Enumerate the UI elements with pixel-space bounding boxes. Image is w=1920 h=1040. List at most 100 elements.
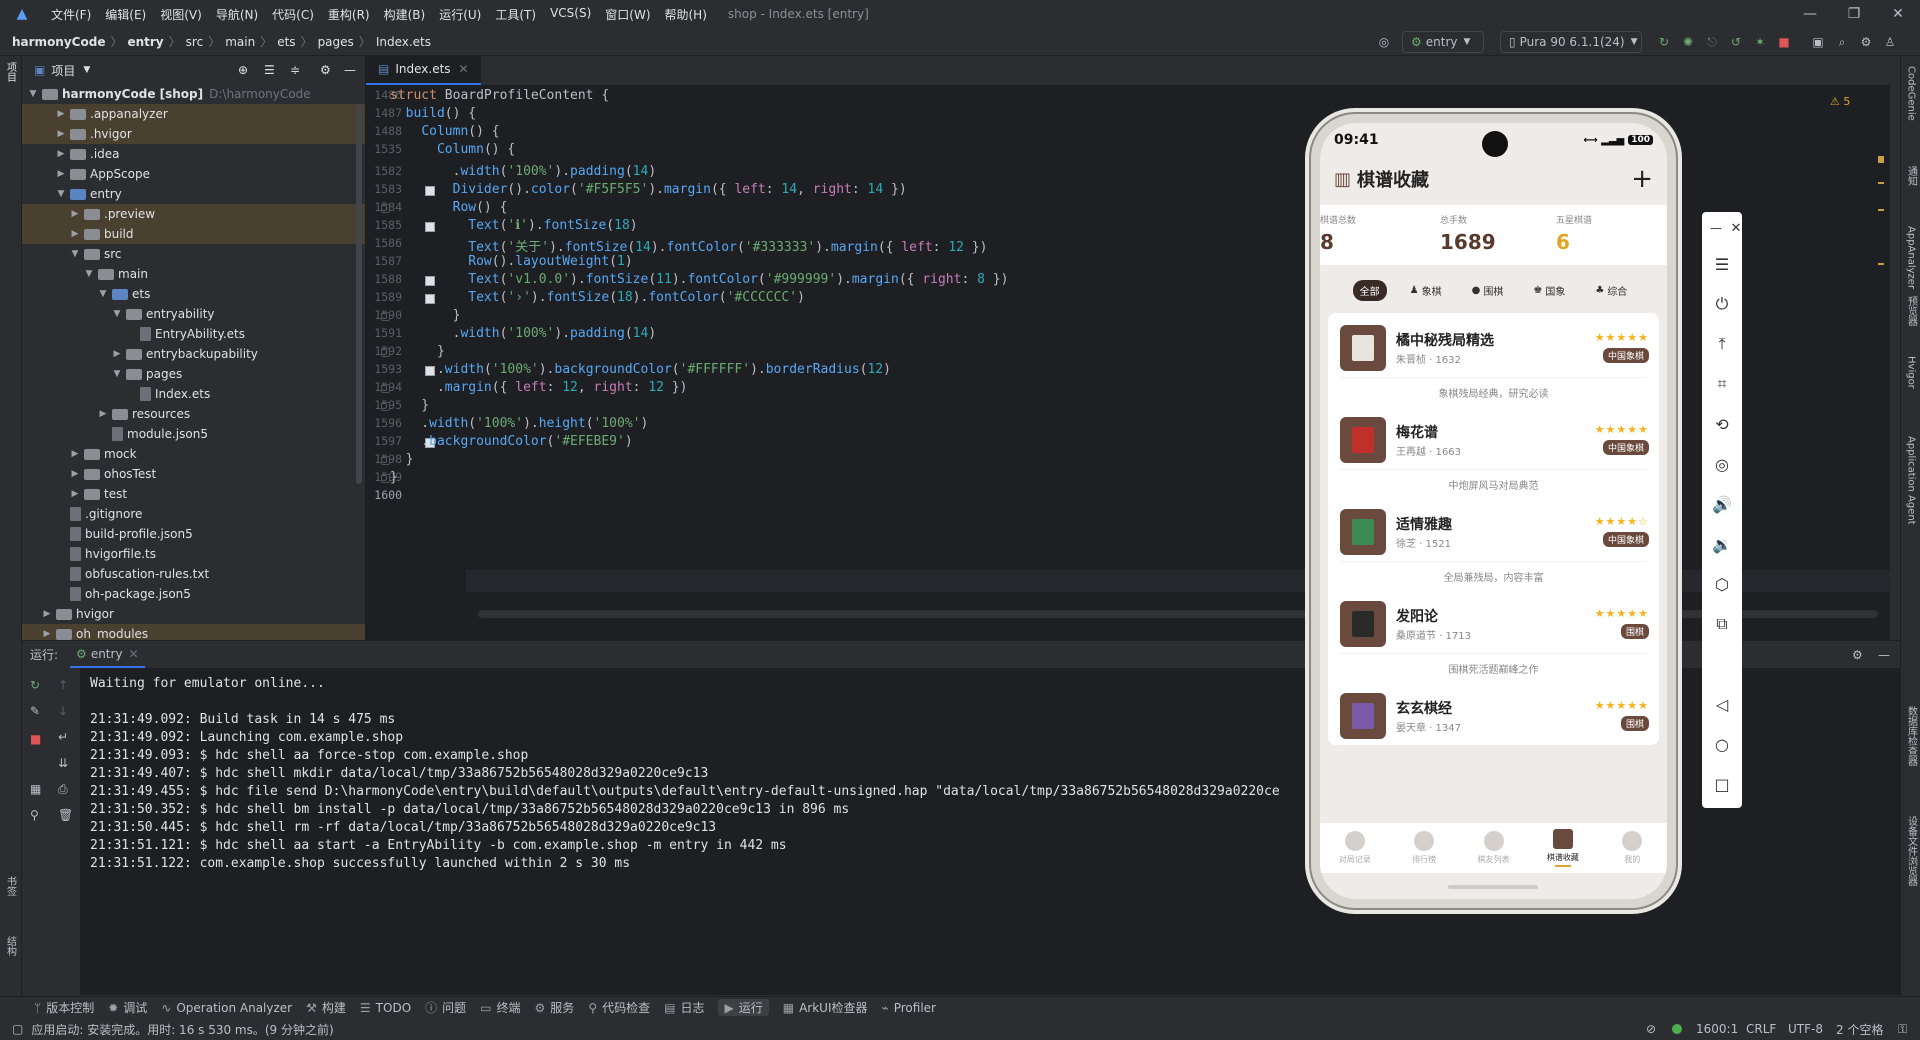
tree-item[interactable]: ▼ main	[22, 264, 365, 284]
chevron-right-icon[interactable]: ▶	[40, 629, 54, 639]
right-tool-label[interactable]: Application Agent	[1901, 436, 1920, 525]
print-icon[interactable]: ⎙	[58, 782, 68, 797]
tool-window-button[interactable]: ⚙ 服务	[535, 999, 575, 1016]
chevron-right-icon[interactable]: ▶	[68, 209, 82, 219]
device-dropdown[interactable]: ▯ Pura 90 6.1.1(24) ▼	[1500, 31, 1642, 53]
bookmarks-tool-label[interactable]: 书签	[0, 876, 20, 896]
shake-icon[interactable]: ⬡	[1702, 572, 1742, 596]
tree-item[interactable]: ▼ pages	[22, 364, 365, 384]
account-icon[interactable]: ♙	[1880, 31, 1900, 53]
tree-root[interactable]: ▼ harmonyCode [shop] D:\harmonyCode	[22, 84, 365, 104]
filter-chip[interactable]: ♣ 综合	[1588, 280, 1634, 301]
profile-icon[interactable]: ✶	[1750, 31, 1770, 53]
right-tool-label[interactable]: 通知	[1901, 166, 1920, 186]
fold-icon[interactable]	[381, 456, 390, 465]
tree-item[interactable]: EntryAbility.ets	[22, 324, 365, 344]
indent-setting[interactable]: 2 个空格	[1836, 1021, 1883, 1038]
upload-icon[interactable]: ⤒	[1702, 332, 1742, 356]
tool-window-button[interactable]: ⓘ 问题	[425, 999, 466, 1016]
file-encoding[interactable]: UTF-8	[1788, 1022, 1823, 1036]
settings-icon[interactable]: ⚙	[1856, 31, 1876, 53]
menu-item[interactable]: 文件(F)	[44, 6, 98, 23]
tree-item[interactable]: ▶ ohosTest	[22, 464, 365, 484]
filter-chip[interactable]: 全部	[1352, 279, 1387, 301]
chevron-down-icon[interactable]: ▼	[96, 289, 110, 299]
chevron-right-icon[interactable]: ▶	[54, 149, 68, 159]
book-card[interactable]: 梅花谱 王再越 · 1663 ★★★★★ 中国象棋 中炮屏风马对局典范	[1328, 405, 1659, 509]
fold-icon[interactable]	[381, 348, 390, 357]
breadcrumb-item[interactable]: main	[225, 35, 255, 49]
layout-icon[interactable]: ▦	[30, 782, 41, 796]
rerun-icon[interactable]: ↻	[30, 678, 40, 692]
tree-item[interactable]: ▶ .hvigor	[22, 124, 365, 144]
rotate-icon[interactable]: ⟲	[1702, 412, 1742, 436]
breadcrumb-item[interactable]: entry	[127, 35, 163, 49]
breadcrumb-item[interactable]: harmonyCode	[12, 35, 105, 49]
tree-item[interactable]: hvigorfile.ts	[22, 544, 365, 564]
tree-item[interactable]: ▶ build	[22, 224, 365, 244]
tree-item[interactable]: ▶ test	[22, 484, 365, 504]
chevron-down-icon[interactable]: ▼	[26, 89, 40, 99]
close-tab-icon[interactable]: ✕	[459, 62, 469, 76]
fold-icon[interactable]	[381, 204, 390, 213]
target-icon[interactable]: ◎	[1374, 31, 1394, 53]
tree-item[interactable]: ▶ hvigor	[22, 604, 365, 624]
project-panel-title[interactable]: 项目	[51, 62, 75, 79]
close-icon[interactable]: ✕	[1876, 0, 1920, 28]
phone-tab[interactable]: 排行榜	[1389, 823, 1458, 873]
menu-item[interactable]: 视图(V)	[153, 6, 209, 23]
tool-window-button[interactable]: ⚲ 代码检查	[588, 999, 650, 1016]
breadcrumb-item[interactable]: pages	[318, 35, 354, 49]
home-indicator[interactable]	[1448, 885, 1538, 889]
tree-item[interactable]: ▶ AppScope	[22, 164, 365, 184]
filter-chip[interactable]: ♟ 象棋	[1403, 280, 1449, 301]
close-tab-icon[interactable]: ✕	[129, 647, 139, 661]
phone-tab[interactable]: 我的	[1598, 823, 1667, 873]
right-tool-label[interactable]: AppAnalyzer	[1901, 226, 1920, 289]
menu-item[interactable]: VCS(S)	[543, 6, 598, 23]
breadcrumb-item[interactable]: ets	[277, 35, 295, 49]
right-tool-label[interactable]: 预览器	[1901, 296, 1920, 326]
tree-item[interactable]: .gitignore	[22, 504, 365, 524]
chevron-right-icon[interactable]: ▶	[68, 229, 82, 239]
chevron-right-icon[interactable]: ▶	[68, 449, 82, 459]
warning-stripe[interactable]	[1878, 263, 1884, 265]
chevron-down-icon[interactable]: ▼	[68, 249, 82, 259]
hide-panel-icon[interactable]: —	[344, 63, 356, 77]
apply-changes-icon[interactable]: ↺	[1726, 31, 1746, 53]
chevron-right-icon[interactable]: ▶	[54, 129, 68, 139]
screenshot-icon[interactable]: ◎	[1702, 452, 1742, 476]
fold-icon[interactable]	[381, 402, 390, 411]
right-tool-label[interactable]: 设备文件浏览器	[1901, 816, 1920, 886]
tree-item[interactable]: ▼ src	[22, 244, 365, 264]
project-tool-label[interactable]: 项目	[0, 62, 20, 82]
multi-device-icon[interactable]: ⧉	[1702, 612, 1742, 636]
scroll-up-icon[interactable]: ↑	[58, 678, 68, 692]
device-manager-icon[interactable]: ▣	[1808, 31, 1828, 53]
tree-item[interactable]: ▶ .idea	[22, 144, 365, 164]
no-file-icon[interactable]: ⊘	[1646, 1022, 1656, 1036]
power-icon[interactable]: ⏻	[1702, 292, 1742, 316]
stop-icon[interactable]: ■	[1774, 31, 1794, 53]
tool-window-button[interactable]: ∿ Operation Analyzer	[161, 1001, 292, 1015]
editor-tab-index[interactable]: ▤ Index.ets ✕	[366, 55, 481, 85]
phone-screen[interactable]: 09:41 ⟷ ▂▃▅ 100 ▥ 棋谱收藏 + 棋谱总数 8 总手数 1689 五星棋谱…	[1320, 123, 1667, 899]
gear-icon[interactable]: ⚙	[1852, 648, 1863, 662]
structure-tool-label[interactable]: 结构	[0, 936, 20, 956]
trash-icon[interactable]: 🗑	[58, 808, 73, 822]
tree-item[interactable]: obfuscation-rules.txt	[22, 564, 365, 584]
menu-item[interactable]: 帮助(H)	[658, 6, 714, 23]
menu-item[interactable]: 构建(B)	[377, 6, 433, 23]
fold-icon[interactable]	[381, 474, 390, 483]
tree-item[interactable]: ▶ .appanalyzer	[22, 104, 365, 124]
wrench-icon[interactable]: ✎	[30, 704, 40, 718]
tree-item[interactable]: Index.ets	[22, 384, 365, 404]
scroll-down-icon[interactable]: ↓	[58, 704, 68, 718]
tree-item[interactable]: oh-package.json5	[22, 584, 365, 604]
chevron-right-icon[interactable]: ▶	[54, 169, 68, 179]
minimize-icon[interactable]: —	[1788, 0, 1832, 28]
fold-icon[interactable]	[381, 384, 390, 393]
book-card[interactable]: 适情雅趣 徐芝 · 1521 ★★★★☆ 中国象棋 全局兼残局，内容丰富	[1328, 497, 1659, 601]
run-config-dropdown[interactable]: ⚙ entry ▼	[1402, 31, 1484, 53]
chevron-right-icon[interactable]: ▶	[110, 349, 124, 359]
